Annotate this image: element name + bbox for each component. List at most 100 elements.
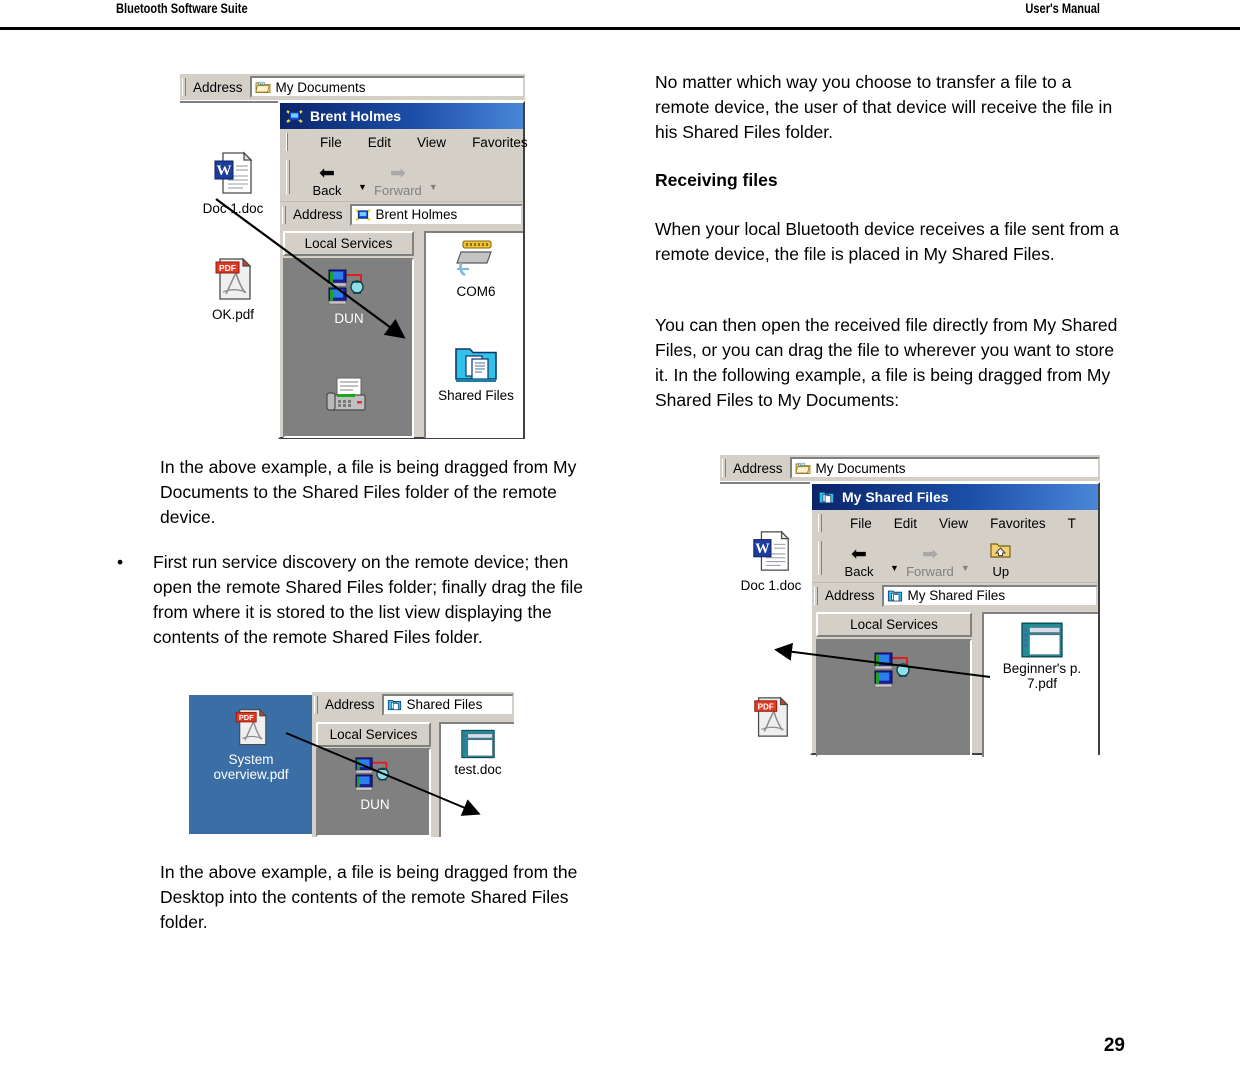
fig3-window-toolbar[interactable]: ⬅ Back ▼ ➡ Forward ▼ Up	[812, 536, 1098, 582]
back-dropdown-caret-icon[interactable]: ▼	[890, 564, 899, 573]
fig1-forward-button[interactable]: ➡ Forward	[369, 164, 427, 198]
right-para-3: You can then open the received file dire…	[655, 315, 1118, 410]
fig1-menu-favorites[interactable]: Favorites	[472, 135, 528, 150]
fig1-file-okpdf-label: OK.pdf	[211, 307, 255, 322]
fig1-host-address-value: My Documents	[275, 79, 366, 95]
fig1-host-addressbar[interactable]: Address My Documents	[180, 74, 525, 100]
fig2-service-dun[interactable]: DUN	[340, 756, 410, 812]
fig3-back-button[interactable]: ⬅ Back	[830, 545, 888, 579]
fig3-window-address-value: My Shared Files	[907, 588, 1006, 603]
svg-text:W: W	[217, 163, 232, 179]
fig3-menu-view[interactable]: View	[939, 516, 968, 531]
header-left-title: Bluetooth Software Suite	[116, 1, 248, 16]
fig1-file-com6[interactable]: COM6	[434, 239, 518, 299]
fig2-addressbar[interactable]: Address Shared Files	[312, 692, 514, 717]
fig3-back-label: Back	[844, 564, 874, 579]
grip-handle[interactable]	[818, 540, 822, 575]
pdf-document-icon: PDF	[215, 257, 252, 300]
fig3-forward-label: Forward	[906, 564, 954, 579]
fig1-menu-file[interactable]: File	[320, 135, 342, 150]
fig3-up-label: Up	[992, 564, 1010, 579]
figure-drag-my-documents-to-shared-files: Address My Documents W Doc 1.doc PDF OK.…	[180, 74, 528, 439]
figure-drag-desktop-to-remote-shared-files: PDF System overview.pdf Address Shared F…	[189, 692, 514, 837]
fig3-host-addressbar[interactable]: Address My Documents	[720, 455, 1100, 481]
bullet-marker-icon: •	[117, 552, 124, 572]
fig3-file-beginners-pdf-label: Beginner's p. 7.pdf	[1002, 661, 1082, 691]
grip-handle[interactable]	[722, 459, 726, 477]
forward-dropdown-caret-icon[interactable]: ▼	[429, 183, 438, 192]
fig2-file-system-overview[interactable]: PDF System overview.pdf	[207, 707, 295, 782]
fig3-menu-edit[interactable]: Edit	[894, 516, 917, 531]
fig3-menu-favorites[interactable]: Favorites	[990, 516, 1046, 531]
fig1-file-shared-files-label: Shared Files	[438, 388, 514, 403]
grip-handle[interactable]	[286, 159, 290, 194]
fig3-host-address-field[interactable]: My Documents	[789, 457, 1100, 479]
fig3-forward-button[interactable]: ➡ Forward	[901, 544, 959, 579]
fig2-local-services-tab[interactable]: Local Services	[316, 722, 431, 747]
svg-text:PDF: PDF	[219, 263, 236, 273]
fig1-back-label: Back	[312, 183, 342, 198]
fig3-window-addressbar[interactable]: Address My Shared Files	[812, 582, 1098, 608]
fig1-window-addressbar[interactable]: Address Brent Holmes	[280, 201, 523, 227]
right-column: No matter which way you choose to transf…	[620, 60, 1240, 1010]
fig2-service-dun-label: DUN	[360, 797, 390, 812]
fig2-services-pane: Local Services DUN	[316, 722, 435, 837]
word-document-icon: W	[214, 151, 253, 194]
fig3-window-address-field[interactable]: My Shared Files	[881, 584, 1098, 607]
grip-handle[interactable]	[282, 205, 286, 224]
grip-handle[interactable]	[286, 133, 288, 151]
my-documents-folder-icon	[255, 81, 270, 94]
grip-handle[interactable]	[818, 514, 822, 532]
fig1-file-shared-files[interactable]: Shared Files	[430, 343, 522, 403]
fig3-file-beginners-pdf[interactable]: Beginner's p. 7.pdf	[992, 622, 1092, 691]
my-documents-folder-icon	[795, 462, 810, 475]
fig1-file-doc1[interactable]: W Doc 1.doc	[190, 150, 276, 216]
arrow-right-icon: ➡	[921, 544, 938, 565]
fig1-service-dun[interactable]: DUN	[313, 268, 385, 326]
shared-folder-icon	[818, 491, 835, 503]
fig2-address-field[interactable]: Shared Files	[381, 693, 514, 716]
fig1-back-button[interactable]: ⬅ Back	[298, 164, 356, 198]
fig1-local-services-tab[interactable]: Local Services	[283, 231, 414, 256]
page-header: Bluetooth Software Suite User's Manual	[0, 0, 1240, 28]
pdf-document-icon: PDF	[235, 708, 268, 746]
fig3-window-titlebar[interactable]: My Shared Files	[812, 484, 1098, 510]
forward-dropdown-caret-icon[interactable]: ▼	[961, 564, 970, 573]
generic-file-icon	[461, 729, 495, 759]
fig3-menu-file[interactable]: File	[850, 516, 872, 531]
dialup-networking-icon	[355, 757, 389, 791]
fig1-host-address-field[interactable]: My Documents	[249, 76, 525, 98]
fig3-file-pdf[interactable]: PDF	[726, 695, 816, 744]
left-caption-2: In the above example, a file is being dr…	[160, 862, 578, 932]
fig3-file-doc1[interactable]: W Doc 1.doc	[726, 529, 816, 593]
grip-handle[interactable]	[314, 695, 318, 714]
fig3-service-dun[interactable]	[858, 651, 932, 694]
shared-folder-icon	[387, 699, 401, 710]
svg-text:W: W	[755, 541, 770, 557]
fig3-menu-tools[interactable]: T	[1068, 516, 1076, 531]
fig3-window-menubar[interactable]: File Edit View Favorites T	[812, 510, 1098, 536]
fig1-menu-view[interactable]: View	[417, 135, 446, 150]
fig1-service-fax[interactable]	[313, 377, 385, 422]
grip-handle[interactable]	[182, 78, 186, 96]
fig3-local-services-tab[interactable]: Local Services	[816, 612, 972, 637]
serial-port-icon	[456, 240, 492, 277]
fig1-file-okpdf[interactable]: PDF OK.pdf	[190, 256, 276, 322]
fig2-file-test-doc[interactable]: test.doc	[445, 729, 511, 777]
fig1-window-titlebar[interactable]: Brent Holmes	[280, 103, 523, 129]
fig1-window-address-field[interactable]: Brent Holmes	[349, 203, 523, 226]
left-bullet-1-text: First run service discovery on the remot…	[153, 552, 583, 647]
fig1-window-menubar[interactable]: File Edit View Favorites	[280, 129, 528, 155]
word-document-icon: W	[753, 530, 790, 571]
back-dropdown-caret-icon[interactable]: ▼	[358, 183, 367, 192]
fig2-services-list: DUN	[316, 748, 431, 837]
fig3-up-button[interactable]: Up	[972, 540, 1030, 579]
fig1-remote-window: Brent Holmes File Edit View Favorites ⬅ …	[278, 101, 528, 439]
fig2-file-test-doc-label: test.doc	[454, 762, 502, 777]
dialup-networking-icon	[874, 652, 910, 688]
fig1-window-toolbar[interactable]: ⬅ Back ▼ ➡ Forward ▼	[280, 155, 523, 201]
fig2-desktop-area: PDF System overview.pdf	[189, 695, 312, 834]
fig1-menu-edit[interactable]: Edit	[368, 135, 391, 150]
grip-handle[interactable]	[814, 586, 818, 605]
fig3-files-pane: Beginner's p. 7.pdf	[982, 612, 1098, 757]
